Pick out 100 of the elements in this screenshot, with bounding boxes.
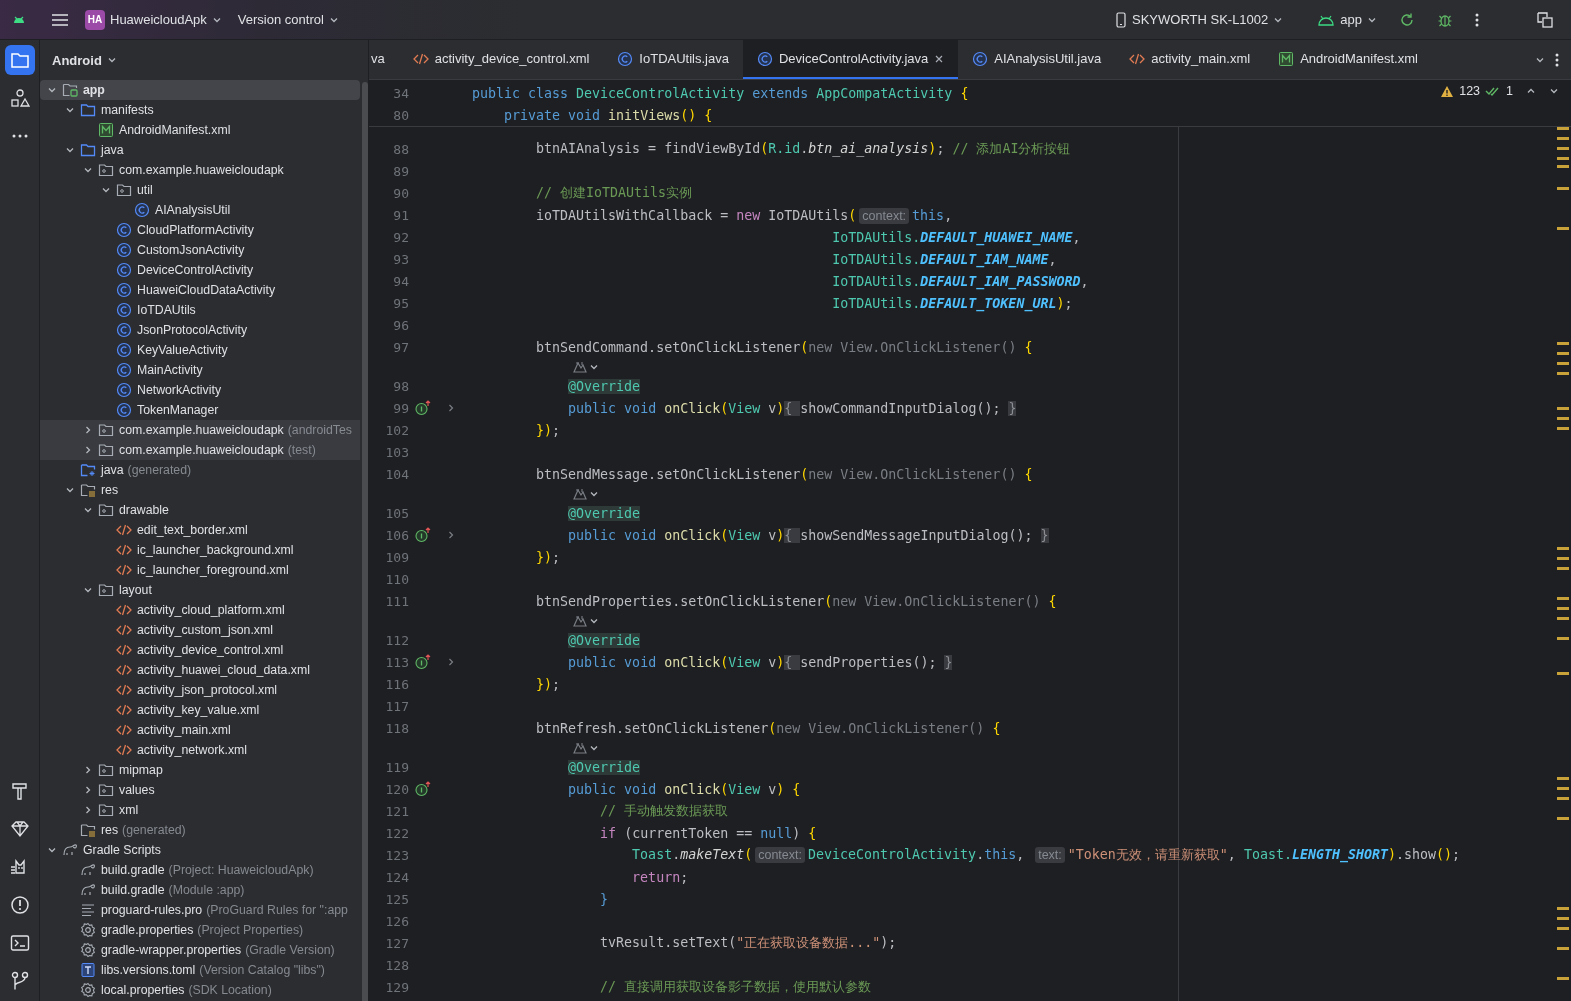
- git-branch-icon[interactable]: [10, 971, 29, 991]
- more-icon[interactable]: [1555, 51, 1559, 68]
- tree-row[interactable]: HuaweiCloudDataActivity: [40, 280, 360, 300]
- tree-row[interactable]: AndroidManifest.xml: [40, 120, 360, 140]
- tree-row[interactable]: drawable: [40, 500, 360, 520]
- chevron-down-icon[interactable]: [101, 185, 111, 195]
- tree-row[interactable]: activity_device_control.xml: [40, 640, 360, 660]
- project-tool-button[interactable]: [4, 45, 35, 75]
- more-icon[interactable]: [11, 134, 28, 138]
- tree-row[interactable]: NetworkActivity: [40, 380, 360, 400]
- tree-row[interactable]: app: [40, 80, 360, 100]
- version-control-menu[interactable]: Version control: [231, 8, 345, 31]
- close-icon[interactable]: [934, 53, 945, 64]
- code-vision-icon[interactable]: [572, 359, 588, 374]
- gem-icon[interactable]: [9, 819, 30, 839]
- menu-icon[interactable]: [51, 12, 69, 27]
- code-vision-icon[interactable]: [572, 740, 588, 755]
- layout-icon[interactable]: [1535, 9, 1555, 30]
- editor-tab[interactable]: IoTDAUtils.java: [603, 40, 743, 79]
- view-selector[interactable]: Android: [52, 52, 102, 68]
- tree-row[interactable]: DeviceControlActivity: [40, 260, 360, 280]
- editor-tab[interactable]: AndroidManifest.xml: [1264, 40, 1432, 79]
- chevron-right-icon[interactable]: [83, 425, 93, 435]
- editor-tab[interactable]: activity_device_control.xml: [398, 40, 604, 79]
- tree-row[interactable]: JsonProtocolActivity: [40, 320, 360, 340]
- chevron-down-icon[interactable]: [106, 55, 117, 65]
- tree-row[interactable]: gradle.properties (Project Properties): [40, 920, 360, 940]
- tree-row[interactable]: build.gradle (Module :app): [40, 880, 360, 900]
- warning-count[interactable]: 123: [1459, 84, 1481, 98]
- chevron-down-icon[interactable]: [47, 845, 57, 855]
- tree-row[interactable]: com.example.huaweicloudapk (test): [40, 440, 360, 460]
- hammer-icon[interactable]: [9, 781, 30, 801]
- tree-row[interactable]: local.properties (SDK Location): [40, 980, 360, 1000]
- tree-row[interactable]: proguard-rules.pro (ProGuard Rules for ":app: [40, 900, 360, 920]
- expand-icon[interactable]: [446, 657, 456, 667]
- tree-row[interactable]: java (generated): [40, 460, 360, 480]
- tree-row[interactable]: xml: [40, 800, 360, 820]
- chevron-up-icon[interactable]: [1526, 86, 1536, 96]
- override-marker-icon[interactable]: [415, 654, 431, 670]
- tree-row[interactable]: TokenManager: [40, 400, 360, 420]
- tree-row[interactable]: activity_cloud_platform.xml: [40, 600, 360, 620]
- tree-row[interactable]: Gradle Scripts: [40, 840, 360, 860]
- chevron-down-icon[interactable]: [65, 485, 75, 495]
- tree-row[interactable]: activity_main.xml: [40, 720, 360, 740]
- tree-row[interactable]: activity_key_value.xml: [40, 700, 360, 720]
- tree-row[interactable]: activity_custom_json.xml: [40, 620, 360, 640]
- run-config-selector[interactable]: app: [1311, 8, 1383, 31]
- chevron-down-icon[interactable]: [47, 85, 57, 95]
- expand-icon[interactable]: [446, 530, 456, 540]
- project-selector[interactable]: HA HuaweicloudApk: [79, 5, 228, 34]
- tree-row[interactable]: java: [40, 140, 360, 160]
- tree-row[interactable]: com.example.huaweicloudapk: [40, 160, 360, 180]
- code-vision-icon[interactable]: [572, 613, 588, 628]
- tree-row[interactable]: gradle-wrapper.properties (Gradle Version): [40, 940, 360, 960]
- passed-count[interactable]: 1: [1506, 84, 1513, 98]
- tree-row[interactable]: AIAnalysisUtil: [40, 200, 360, 220]
- chevron-right-icon[interactable]: [83, 765, 93, 775]
- tree-row[interactable]: CustomJsonActivity: [40, 240, 360, 260]
- chevron-right-icon[interactable]: [83, 785, 93, 795]
- chevron-down-icon[interactable]: [65, 145, 75, 155]
- tree-row[interactable]: layout: [40, 580, 360, 600]
- refresh-icon[interactable]: [1399, 11, 1415, 28]
- editor-tab[interactable]: activity_main.xml: [1115, 40, 1265, 79]
- tree-row[interactable]: MainActivity: [40, 360, 360, 380]
- problems-icon[interactable]: [9, 895, 30, 915]
- tree-row[interactable]: IoTDAUtils: [40, 300, 360, 320]
- shapes-icon[interactable]: [9, 88, 30, 108]
- tree-row[interactable]: edit_text_border.xml: [40, 520, 360, 540]
- chevron-down-icon[interactable]: [1549, 86, 1559, 96]
- editor-tab[interactable]: DeviceControlActivity.java: [742, 40, 959, 79]
- tree-row[interactable]: libs.versions.toml (Version Catalog "libs"): [40, 960, 360, 980]
- chevron-down-icon[interactable]: [65, 105, 75, 115]
- scrollbar-thumb[interactable]: [362, 82, 368, 1001]
- editor-tab[interactable]: AIAnalysisUtil.java: [958, 40, 1116, 79]
- tree-row[interactable]: activity_huawei_cloud_data.xml: [40, 660, 360, 680]
- override-marker-icon[interactable]: [415, 527, 431, 543]
- chevron-down-icon[interactable]: [83, 165, 93, 175]
- tree-row[interactable]: ic_launcher_background.xml: [40, 540, 360, 560]
- chevron-down-icon[interactable]: [83, 585, 93, 595]
- tree-row[interactable]: res (generated): [40, 820, 360, 840]
- tree-row[interactable]: KeyValueActivity: [40, 340, 360, 360]
- chevron-right-icon[interactable]: [83, 805, 93, 815]
- editor-tab[interactable]: va: [369, 40, 399, 79]
- tree-row[interactable]: CloudPlatformActivity: [40, 220, 360, 240]
- chevron-right-icon[interactable]: [83, 445, 93, 455]
- tree-row[interactable]: com.example.huaweicloudapk (androidTes: [40, 420, 360, 440]
- tree-row[interactable]: activity_network.xml: [40, 740, 360, 760]
- tree-row[interactable]: build.gradle (Project: HuaweicloudApk): [40, 860, 360, 880]
- tree-row[interactable]: mipmap: [40, 760, 360, 780]
- tree-row[interactable]: res: [40, 480, 360, 500]
- terminal-icon[interactable]: [9, 934, 30, 952]
- more-icon[interactable]: [1475, 11, 1479, 28]
- override-marker-icon[interactable]: [415, 781, 431, 797]
- tree-row[interactable]: values: [40, 780, 360, 800]
- tree-row[interactable]: activity_json_protocol.xml: [40, 680, 360, 700]
- override-marker-icon[interactable]: [415, 400, 431, 416]
- code-vision-icon[interactable]: [572, 486, 588, 501]
- tree-row[interactable]: ic_launcher_foreground.xml: [40, 560, 360, 580]
- chevron-down-icon[interactable]: [83, 505, 93, 515]
- expand-icon[interactable]: [446, 403, 456, 413]
